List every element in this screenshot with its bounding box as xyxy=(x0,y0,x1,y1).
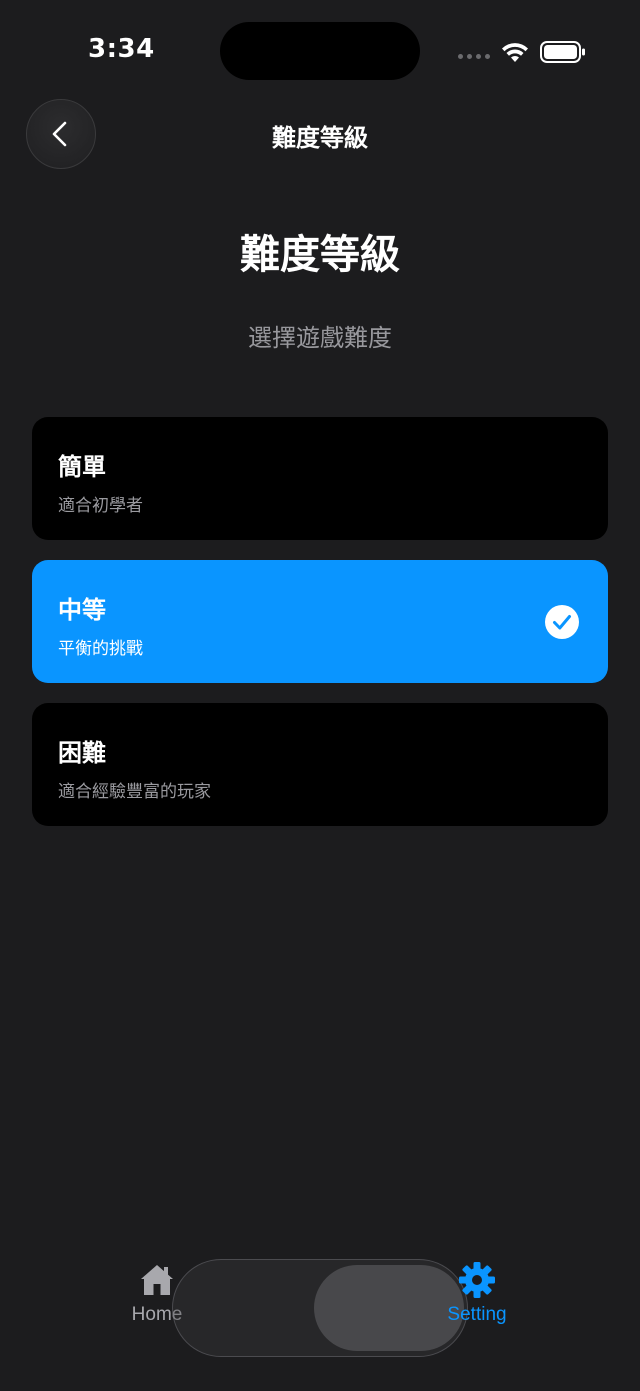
tab-setting[interactable]: Setting xyxy=(436,1260,518,1340)
difficulty-option-easy[interactable]: 簡單 適合初學者 xyxy=(32,417,608,540)
difficulty-screen: 3:34 難度等級 難度等級 選擇遊戲難度 簡單 適合初學者 中等 平衡的挑戰 xyxy=(0,0,640,1391)
battery-icon xyxy=(540,41,585,63)
page-subtitle: 選擇遊戲難度 xyxy=(248,324,392,352)
option-title: 中等 xyxy=(58,596,106,624)
option-description: 適合初學者 xyxy=(58,496,143,516)
nav-title: 難度等級 xyxy=(272,124,368,152)
wifi-icon xyxy=(502,43,528,62)
difficulty-option-hard[interactable]: 困難 適合經驗豐富的玩家 xyxy=(32,703,608,826)
cellular-signal-icon xyxy=(458,54,490,59)
option-description: 平衡的挑戰 xyxy=(58,639,143,659)
tab-label: Setting xyxy=(447,1304,507,1325)
option-title: 困難 xyxy=(58,739,106,767)
option-description: 適合經驗豐富的玩家 xyxy=(58,782,211,802)
page-title: 難度等級 xyxy=(240,232,400,278)
checkmark-icon xyxy=(545,605,579,639)
option-title: 簡單 xyxy=(58,453,106,481)
difficulty-option-medium[interactable]: 中等 平衡的挑戰 xyxy=(32,560,608,683)
status-time: 3:34 xyxy=(88,34,155,64)
house-icon xyxy=(141,1265,173,1295)
gear-icon xyxy=(459,1262,495,1298)
dynamic-island xyxy=(220,22,420,80)
